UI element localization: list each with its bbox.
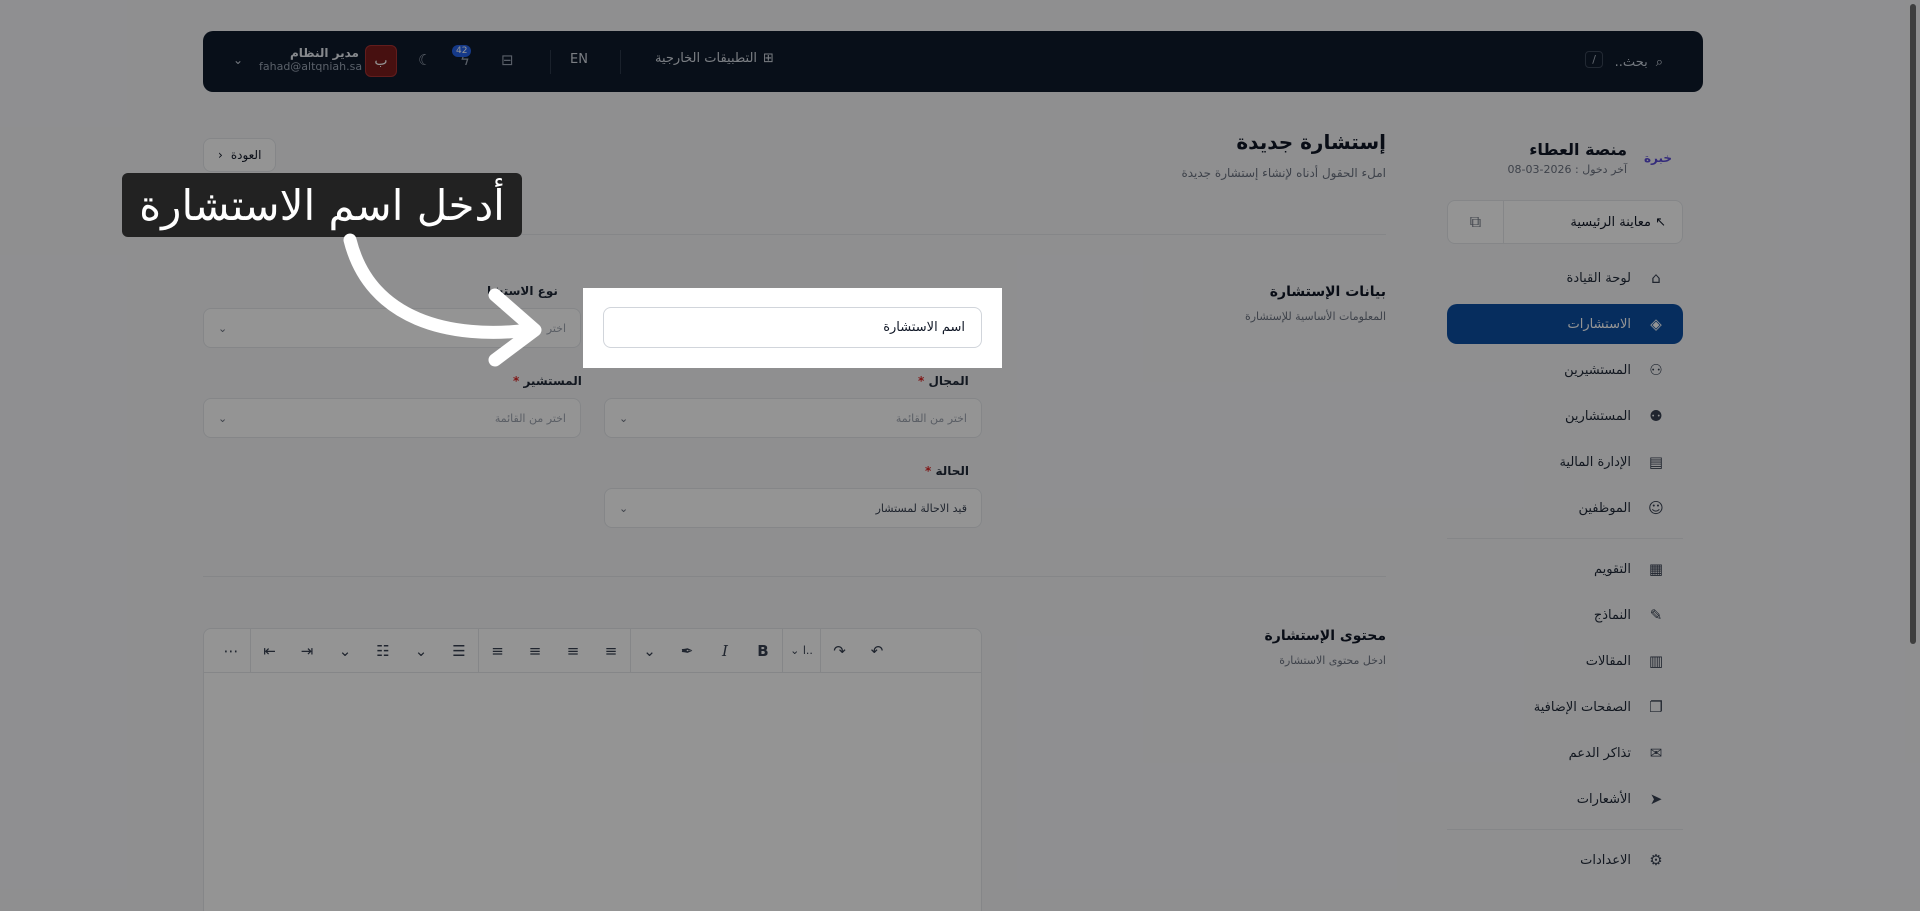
consultation-name-placeholder: اسم الاستشارة	[883, 320, 965, 335]
consultation-name-input[interactable]: اسم الاستشارة	[603, 307, 982, 348]
tutorial-tooltip: أدخل اسم الاستشارة	[122, 173, 522, 237]
tooltip-text: أدخل اسم الاستشارة	[139, 180, 505, 230]
tutorial-backdrop	[0, 0, 1920, 911]
pointer-arrow-icon	[343, 233, 542, 367]
